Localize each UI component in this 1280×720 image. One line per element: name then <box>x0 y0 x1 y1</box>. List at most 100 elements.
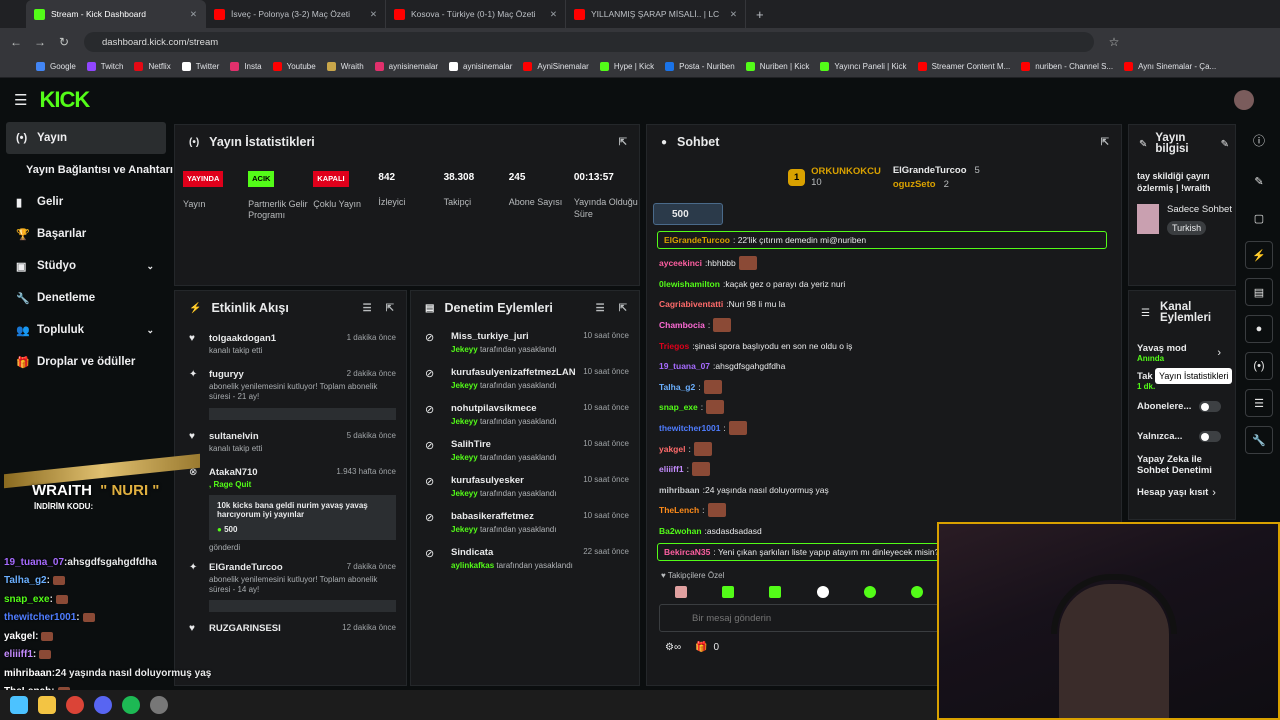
chat-username[interactable]: thewitcher1001 <box>659 423 720 433</box>
bookmark-item[interactable]: Wraith <box>326 62 364 71</box>
subscribers-toggle[interactable] <box>1199 401 1221 412</box>
bookmark-item[interactable]: Yayıncı Paneli | Kick <box>820 62 907 71</box>
leaderboard-user[interactable]: oguzSeto <box>893 179 936 190</box>
chat-username[interactable]: TheLench <box>659 505 699 515</box>
windows-icon[interactable] <box>10 696 28 714</box>
sidebar-item[interactable]: ▣ Stüdyo ⌄ <box>0 250 172 282</box>
new-tab-icon[interactable]: + <box>756 7 764 22</box>
sidebar-item[interactable]: ▮ Gelir <box>0 186 172 218</box>
only-toggle[interactable] <box>1199 431 1221 442</box>
banned-user[interactable]: SalihTire <box>451 439 491 450</box>
chat-username[interactable]: yakgel <box>659 444 685 454</box>
emote-icon[interactable] <box>721 586 734 599</box>
browser-tab[interactable]: Stream - Kick Dashboard ✕ <box>26 0 206 28</box>
chat-username[interactable]: ayceekinci <box>659 258 702 268</box>
bookmark-item[interactable]: AyniSinemalar <box>523 62 589 71</box>
chat-username[interactable]: Talha_g2 <box>659 382 695 392</box>
moderator-name[interactable]: Jekeyy <box>451 417 478 426</box>
bookmark-item[interactable]: Posta - Nuriben <box>665 62 735 71</box>
gift-icon[interactable]: 🎁 <box>695 642 707 653</box>
popout-icon[interactable]: ⇱ <box>619 137 627 148</box>
activity-user[interactable]: fuguryy <box>209 369 244 380</box>
chat-icon[interactable]: ● <box>1245 315 1273 343</box>
ai-moderation-row[interactable]: Yapay Zeka ile Sohbet Denetimi <box>1129 442 1235 477</box>
emote-icon[interactable] <box>674 586 687 599</box>
activity-user[interactable]: sultanelvin <box>209 431 259 442</box>
sidebar-item[interactable]: Yayın Bağlantısı ve Anahtarı <box>0 154 173 186</box>
settings-icon[interactable]: ⚙∞ <box>665 642 681 653</box>
banned-user[interactable]: babasikeraffetmez <box>451 511 534 522</box>
bookmark-item[interactable]: Youtube <box>272 62 316 71</box>
close-icon[interactable]: ✕ <box>370 9 377 20</box>
bookmark-item[interactable]: Streamer Content M... <box>917 62 1010 71</box>
moderator-name[interactable]: Jekeyy <box>451 381 478 390</box>
moderator-name[interactable]: Jekeyy <box>451 489 478 498</box>
kicks-goal[interactable]: 500 <box>653 203 723 225</box>
chat-username[interactable]: Chambocia <box>659 320 705 330</box>
slow-mode-row[interactable]: Yavaş mod Anında › <box>1129 327 1235 363</box>
bookmark-item[interactable]: aynisinemalar <box>374 62 438 71</box>
menu-icon[interactable]: ☰ <box>14 91 27 109</box>
broadcast-icon[interactable]: (•) <box>1245 352 1273 380</box>
bookmark-item[interactable]: Twitch <box>86 62 123 71</box>
moderator-name[interactable]: Jekeyy <box>451 525 478 534</box>
avatar[interactable] <box>1234 90 1254 110</box>
document-icon[interactable]: ▤ <box>1245 278 1273 306</box>
bookmark-item[interactable]: Insta <box>230 62 262 71</box>
moderator-name[interactable]: Jekeyy <box>451 453 478 462</box>
back-icon[interactable]: ← <box>4 35 28 49</box>
sidebar-item[interactable]: 🏆 Başarılar <box>0 218 172 250</box>
browser-tab[interactable]: YILLANMIŞ ŞARAP MİSALİ.. | LC ✕ <box>566 0 746 28</box>
sliders-icon[interactable]: ☰ <box>1245 389 1273 417</box>
info-icon[interactable]: ⓘ <box>1238 132 1280 149</box>
banned-user[interactable]: kurufasulyesker <box>451 475 524 486</box>
banned-user[interactable]: kurufasulyenizaffetmezLAN <box>451 367 576 378</box>
settings-icon[interactable] <box>150 696 168 714</box>
close-icon[interactable]: ✕ <box>730 9 737 20</box>
bookmark-item[interactable]: Google <box>36 62 76 71</box>
activity-user[interactable]: tolgaakdogan1 <box>209 333 276 344</box>
activity-user[interactable]: ElGrandeTurcoo <box>209 562 283 573</box>
emote-icon[interactable] <box>769 586 782 599</box>
chat-username[interactable]: 0lewishamilton <box>659 279 720 289</box>
sidebar-item[interactable]: 👥 Topluluk ⌄ <box>0 314 172 346</box>
chat-username[interactable]: ElGrandeTurcoo <box>664 235 730 245</box>
browser-tab[interactable]: Kosova - Türkiye (0-1) Maç Özeti ✕ <box>386 0 566 28</box>
banned-user[interactable]: Miss_turkiye_juri <box>451 331 529 342</box>
kick-logo[interactable]: KICK <box>39 87 90 113</box>
wrench-icon[interactable]: 🔧 <box>1245 426 1273 454</box>
pencil-icon[interactable]: ✎ <box>1221 139 1229 150</box>
popout-icon[interactable]: ⇱ <box>1101 137 1109 148</box>
chat-username[interactable]: BekircaN35 <box>664 547 710 557</box>
lightning-icon[interactable]: ⚡ <box>1245 241 1273 269</box>
chat-username[interactable]: mihribaan <box>659 485 700 495</box>
edit-icon[interactable]: ✎ <box>1245 167 1273 195</box>
crop-icon[interactable]: ▢ <box>1245 204 1273 232</box>
close-icon[interactable]: ✕ <box>190 9 197 20</box>
activity-user[interactable]: AtakaN710 <box>209 467 258 478</box>
only-row[interactable]: Yalnızca... <box>1129 412 1235 442</box>
emote-icon[interactable] <box>911 586 924 599</box>
chat-username[interactable]: Cagriabiventatti <box>659 299 723 309</box>
emote-icon[interactable] <box>863 586 876 599</box>
moderator-name[interactable]: Jekeyy <box>451 345 478 354</box>
emote-icon[interactable] <box>816 586 829 599</box>
sidebar-item[interactable]: (•) Yayın <box>6 122 166 154</box>
sidebar-item[interactable]: 🎁 Droplar ve ödüller <box>0 346 172 378</box>
chat-username[interactable]: Triegos <box>659 341 689 351</box>
bookmark-item[interactable]: Aynı Sinemalar - Ça... <box>1124 62 1216 71</box>
star-icon[interactable]: ☆ <box>1102 35 1126 49</box>
popout-icon[interactable]: ⇱ <box>619 303 627 314</box>
spotify-icon[interactable] <box>122 696 140 714</box>
bookmark-item[interactable]: Twitter <box>181 62 219 71</box>
forward-icon[interactable]: → <box>28 35 52 49</box>
bookmark-item[interactable]: nuriben - Channel S... <box>1021 62 1113 71</box>
folder-icon[interactable] <box>38 696 56 714</box>
chat-username[interactable]: 19_tuana_07 <box>659 361 710 371</box>
discord-icon[interactable] <box>94 696 112 714</box>
leaderboard-user[interactable]: ORKUNKOKCU <box>811 166 881 177</box>
chat-username[interactable]: eliiiff1 <box>659 464 684 474</box>
bookmark-item[interactable]: Netflix <box>134 62 171 71</box>
bookmark-item[interactable]: Hype | Kick <box>599 62 654 71</box>
leaderboard-user[interactable]: ElGrandeTurcoo <box>893 165 967 176</box>
